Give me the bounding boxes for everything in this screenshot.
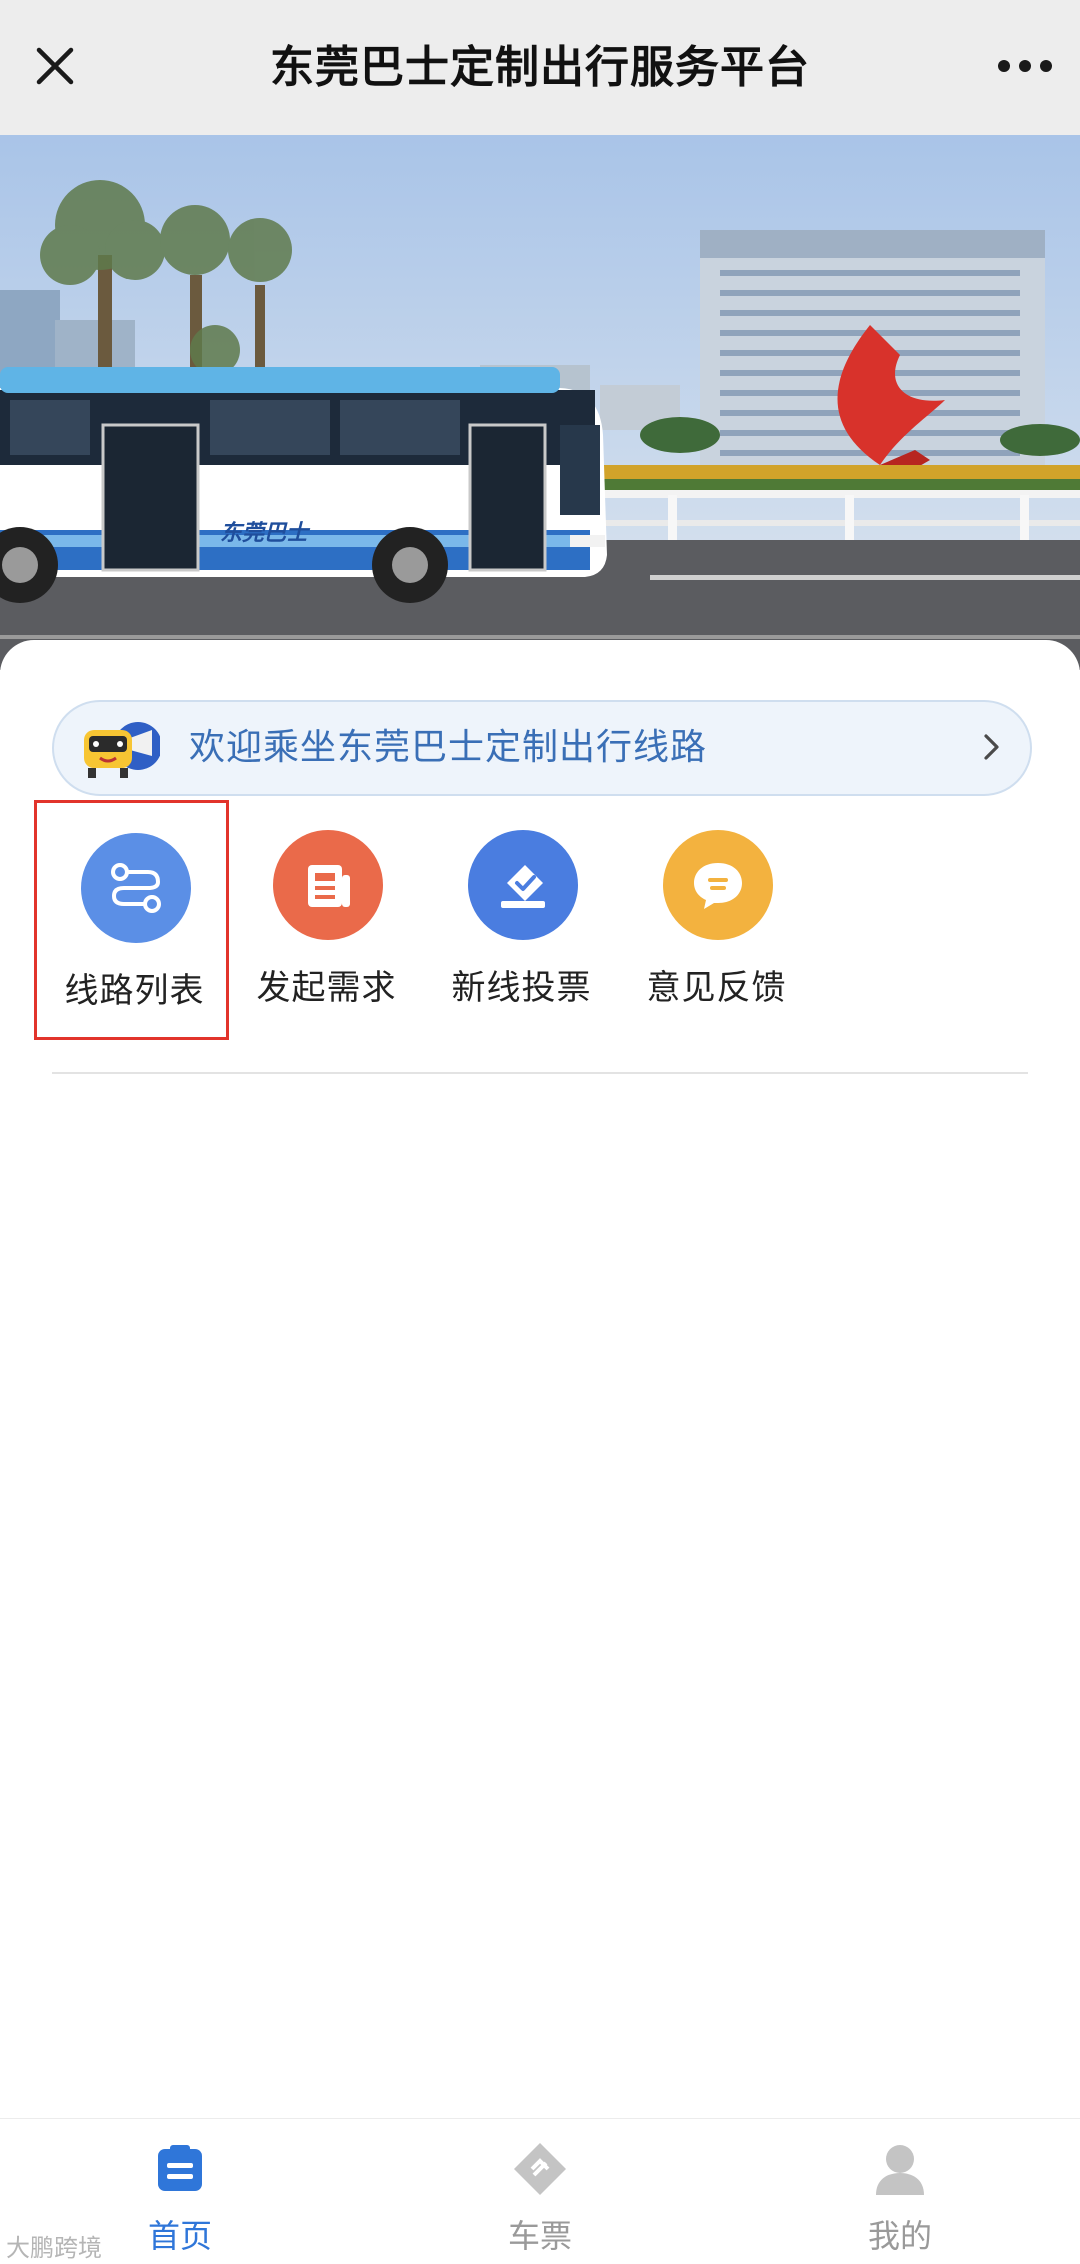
menu-item-label: 新线投票 [451,968,592,1008]
tab-tickets[interactable]: 车票 [360,2119,720,2264]
bus-mascot-icon [80,716,162,782]
menu-item-vote[interactable]: 新线投票 [424,800,619,1040]
feature-menu: 线路列表 发起需求 新线投票 意见反馈 [34,800,834,1040]
close-icon[interactable] [22,33,88,99]
hero-banner: 东莞巴士 [0,135,1080,670]
page-title: 东莞巴士定制出行服务平台 [270,42,810,93]
welcome-notice[interactable]: 欢迎乘坐东莞巴士定制出行线路 [52,700,1032,796]
home-card: 欢迎乘坐东莞巴士定制出行线路 线路列表 发起需求 新线投票 意见反馈 [0,640,1080,2120]
menu-item-label: 意见反馈 [646,968,787,1008]
welcome-notice-text: 欢迎乘坐东莞巴士定制出行线路 [189,727,708,768]
tab-label: 我的 [867,2217,932,2255]
user-icon [870,2139,930,2199]
route-icon [81,833,191,943]
ticket-icon [510,2139,570,2199]
tab-mine[interactable]: 我的 [720,2119,1080,2264]
menu-item-route-list[interactable]: 线路列表 [34,800,229,1040]
bus-livery-text: 东莞巴士 [220,520,311,546]
feedback-icon [663,830,773,940]
chevron-right-icon [976,732,1006,762]
menu-item-feedback[interactable]: 意见反馈 [619,800,814,1040]
title-bar: 东莞巴士定制出行服务平台 [0,0,1080,135]
tab-label: 车票 [507,2217,572,2255]
document-icon [273,830,383,940]
watermark: 大鹏跨境 [6,2235,102,2262]
menu-item-request[interactable]: 发起需求 [229,800,424,1040]
menu-item-label: 发起需求 [256,968,397,1008]
home-list-icon [150,2139,210,2199]
vote-icon [468,830,578,940]
menu-item-label: 线路列表 [64,971,205,1011]
section-divider [52,1072,1028,1074]
bottom-tab-bar: 首页 车票 我的 [0,2118,1080,2264]
more-dots-icon[interactable] [992,33,1058,99]
